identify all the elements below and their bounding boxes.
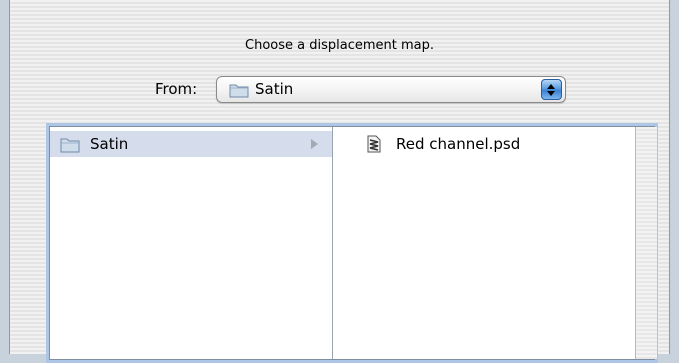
list-item-label: Red channel.psd [396,135,521,153]
list-item-satin-folder[interactable]: Satin [50,131,332,157]
list-item-red-channel-file[interactable]: Red channel.psd [333,131,635,157]
file-browser-frame: Satin Red channel.psd [49,126,657,360]
file-browser: Satin Red channel.psd [46,123,658,363]
folder-icon [229,82,249,98]
from-label: From: [155,80,198,98]
browser-column-3-empty[interactable] [635,127,657,359]
browser-column-2[interactable]: Red channel.psd [333,127,635,359]
folder-icon [60,136,80,153]
dialog-prompt: Choose a displacement map. [245,38,434,53]
psd-file-icon [367,135,381,153]
popup-arrows-icon[interactable] [541,79,562,100]
disclosure-arrow-icon [311,139,318,149]
browser-column-1[interactable]: Satin [50,127,333,359]
from-location-popup[interactable]: Satin [216,76,566,103]
from-location-value: Satin [255,80,294,98]
list-item-label: Satin [90,135,129,153]
displacement-map-dialog: Choose a displacement map. From: Satin S… [9,0,670,363]
